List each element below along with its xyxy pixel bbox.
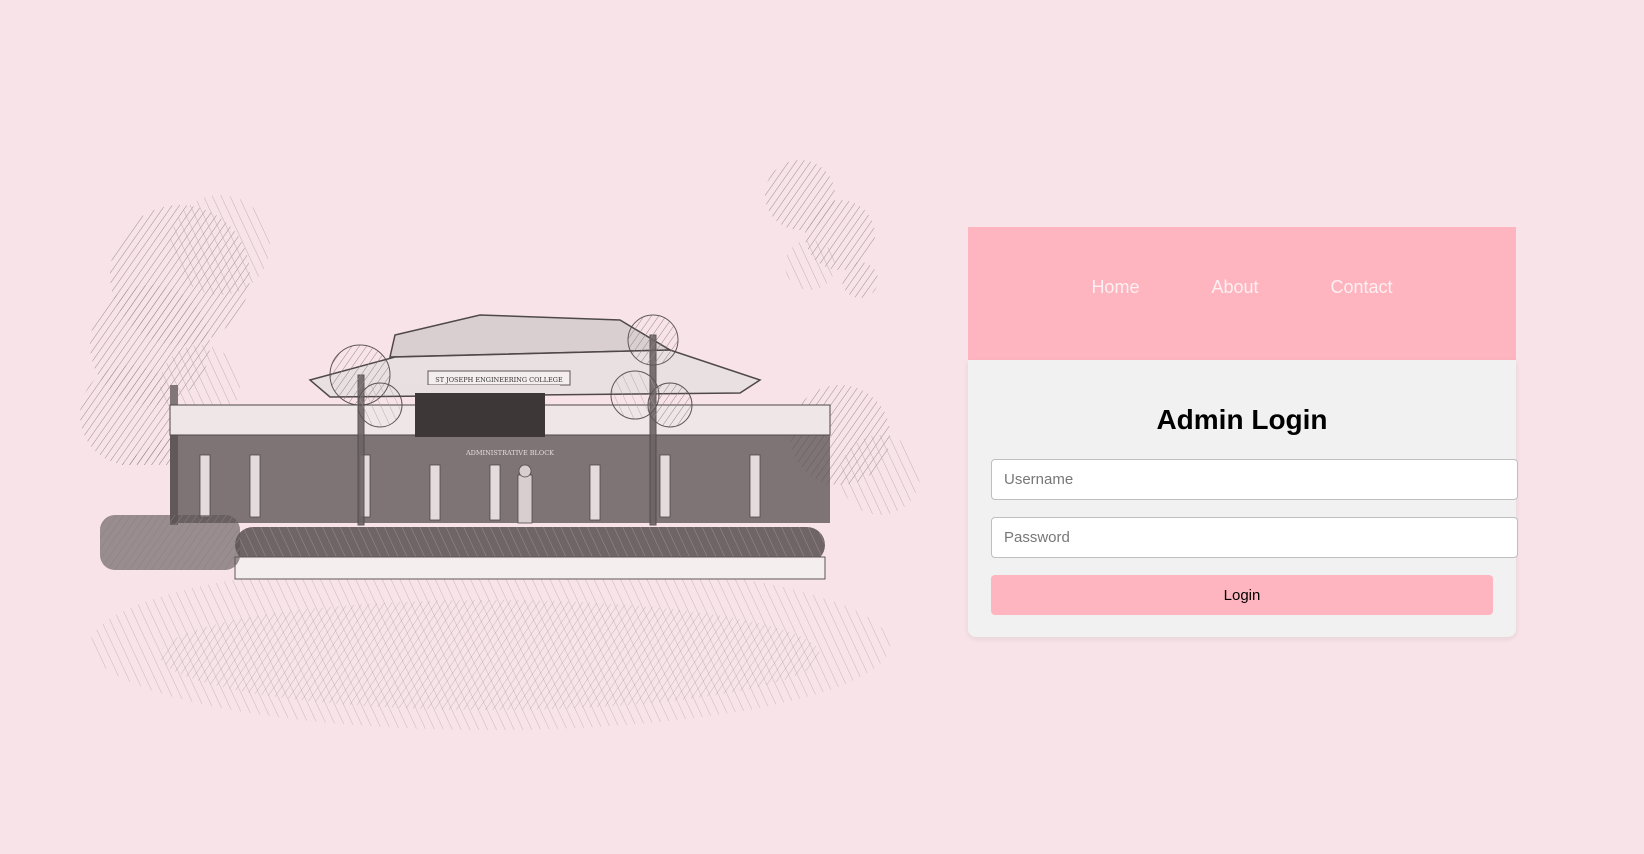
nav-home-link[interactable]: Home	[1091, 277, 1139, 298]
login-title: Admin Login	[1156, 404, 1328, 435]
login-card: Admin Login Login	[968, 360, 1518, 637]
block-sign-text: ADMINISTRATIVE BLOCK	[465, 449, 554, 457]
nav-contact-link[interactable]: Contact	[1331, 277, 1393, 298]
page: ST JOSEPH ENGINEERING COLLEGE ADMINISTRA…	[0, 0, 1644, 854]
login-button[interactable]: Login	[991, 575, 1493, 615]
password-input[interactable]	[991, 517, 1518, 558]
top-nav: Home About Contact	[968, 227, 1516, 360]
username-input[interactable]	[991, 459, 1518, 500]
college-building-illustration: ST JOSEPH ENGINEERING COLLEGE ADMINISTRA…	[60, 135, 930, 750]
building-sign-text: ST JOSEPH ENGINEERING COLLEGE	[435, 376, 563, 384]
nav-about-link[interactable]: About	[1211, 277, 1258, 298]
